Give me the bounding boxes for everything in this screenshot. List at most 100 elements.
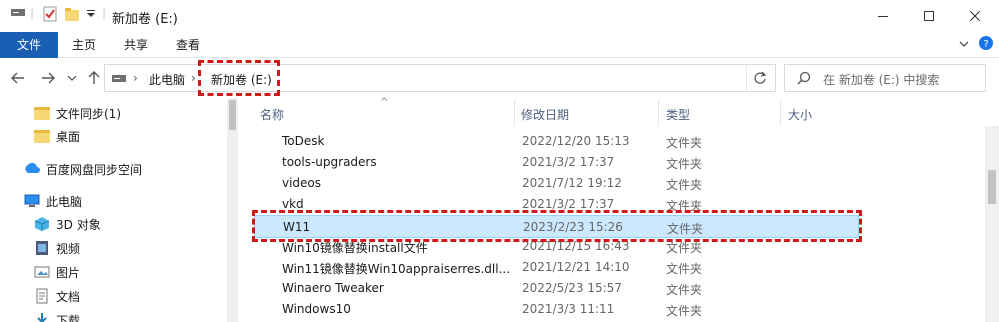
file-row[interactable]: tools-upgraders 2021/3/2 17:37 文件夹 xyxy=(254,152,859,173)
drive-icon xyxy=(111,72,127,87)
file-date: 2021/3/2 17:37 xyxy=(522,155,615,169)
column-header-name[interactable]: 名称 xyxy=(260,104,284,126)
nav-item-label: 此电脑 xyxy=(46,194,83,209)
breadcrumb-current-drive[interactable]: 新加卷 (E:) xyxy=(211,71,272,88)
tab-share[interactable]: 共享 xyxy=(112,32,160,58)
column-divider[interactable] xyxy=(780,100,781,126)
nav-item-file-sync[interactable]: 文件同步(1) xyxy=(34,102,121,124)
file-date: 2021/3/3 11:11 xyxy=(522,302,615,316)
file-type: 文件夹 xyxy=(666,262,703,276)
properties-icon[interactable] xyxy=(42,6,58,22)
file-row[interactable]: Win10镜像替换install文件 2021/12/15 16:43 文件夹 xyxy=(254,236,859,257)
file-row[interactable]: Windows10 2021/3/3 11:11 文件夹 xyxy=(254,299,859,320)
nav-scrollbar-thumb[interactable] xyxy=(229,100,236,130)
nav-scrollbar[interactable] xyxy=(227,98,238,322)
folder-icon xyxy=(264,239,280,253)
column-divider[interactable] xyxy=(514,100,515,126)
file-row-selected[interactable]: W11 2023/2/23 15:26 文件夹 xyxy=(254,215,859,238)
file-type: 文件夹 xyxy=(666,241,703,255)
folder-icon xyxy=(264,197,280,211)
maximize-button[interactable] xyxy=(906,0,952,32)
nav-item-videos[interactable]: 视频 xyxy=(34,237,80,259)
nav-item-documents[interactable]: 文档 xyxy=(34,285,80,307)
close-button[interactable] xyxy=(952,0,998,32)
nav-item-3d-objects[interactable]: 3D 对象 xyxy=(34,213,101,235)
sort-ascending-icon: ^ xyxy=(380,97,389,108)
file-list-scrollbar-thumb[interactable] xyxy=(988,170,996,204)
nav-item-desktop[interactable]: 桌面 xyxy=(34,125,80,147)
file-row[interactable]: Winaero Tweaker 2022/5/23 15:57 文件夹 xyxy=(254,278,859,299)
customize-quick-access-icon[interactable] xyxy=(86,6,96,22)
folder-icon xyxy=(265,220,281,234)
file-date: 2022/5/23 15:57 xyxy=(522,281,622,295)
file-row[interactable]: Win11镜像替换Win10appraiserres.dll... 2021/1… xyxy=(254,257,859,278)
file-name: Win11镜像替换Win10appraiserres.dll... xyxy=(282,262,511,276)
column-header-date[interactable]: 修改日期 xyxy=(521,104,569,126)
file-type: 文件夹 xyxy=(666,136,703,150)
nav-item-baidu-netdisk[interactable]: 百度网盘同步空间 xyxy=(24,158,142,180)
file-date: 2021/3/2 17:37 xyxy=(522,197,615,211)
folder-icon xyxy=(264,134,280,148)
address-bar[interactable]: › 此电脑 › 新加卷 (E:) xyxy=(104,64,823,92)
back-button[interactable] xyxy=(8,68,28,88)
file-row[interactable]: vkd 2021/3/2 17:37 文件夹 xyxy=(254,194,859,215)
file-name: ToDesk xyxy=(282,134,325,148)
expand-ribbon-icon[interactable] xyxy=(958,36,970,55)
documents-icon xyxy=(34,288,50,304)
back-arrow-icon xyxy=(11,72,24,84)
close-icon xyxy=(970,11,980,21)
video-icon xyxy=(34,240,50,256)
file-type: 文件夹 xyxy=(666,157,703,171)
recent-locations-button[interactable] xyxy=(62,68,82,88)
tab-home[interactable]: 主页 xyxy=(60,32,108,58)
folder-icon xyxy=(264,155,280,169)
help-icon[interactable]: ? xyxy=(978,35,994,54)
minimize-button[interactable] xyxy=(860,0,906,32)
column-header-size[interactable]: 大小 xyxy=(788,104,812,126)
tab-view[interactable]: 查看 xyxy=(164,32,212,58)
file-date: 2023/2/23 15:26 xyxy=(523,220,623,234)
breadcrumb-separator-icon[interactable]: › xyxy=(191,71,196,85)
folder-icon xyxy=(264,302,280,316)
separator: | xyxy=(30,6,35,20)
nav-item-label: 文件同步(1) xyxy=(56,106,121,121)
file-list-scrollbar[interactable] xyxy=(985,126,999,322)
file-date: 2021/12/15 16:43 xyxy=(522,239,630,253)
address-row: › 此电脑 › 新加卷 (E:) 在 新加卷 (E:) 中搜索 xyxy=(0,58,999,98)
refresh-button[interactable] xyxy=(746,64,772,92)
tab-file[interactable]: 文件 xyxy=(0,32,58,58)
file-date: 2021/12/21 14:10 xyxy=(522,260,630,274)
nav-item-downloads[interactable]: 下载 xyxy=(34,309,80,322)
minimize-icon xyxy=(878,16,888,17)
ribbon: 文件 主页 共享 查看 ? xyxy=(0,32,999,58)
breadcrumb-this-pc[interactable]: 此电脑 xyxy=(149,71,185,88)
separator: | xyxy=(102,6,107,20)
nav-item-label: 文档 xyxy=(56,289,81,304)
new-folder-icon[interactable] xyxy=(64,6,80,22)
file-name: Winaero Tweaker xyxy=(282,281,384,295)
nav-item-label: 桌面 xyxy=(56,129,81,144)
file-name: Windows10 xyxy=(282,302,351,316)
breadcrumb-separator-icon[interactable]: › xyxy=(133,71,138,85)
file-type: 文件夹 xyxy=(666,304,703,318)
chevron-down-icon xyxy=(67,75,77,81)
folder-icon xyxy=(264,176,280,190)
search-input[interactable]: 在 新加卷 (E:) 中搜索 xyxy=(823,71,939,88)
nav-item-label: 3D 对象 xyxy=(56,217,101,232)
file-type: 文件夹 xyxy=(667,222,704,236)
file-name: Win10镜像替换install文件 xyxy=(282,241,428,255)
nav-item-pictures[interactable]: 图片 xyxy=(34,261,80,283)
file-row[interactable]: ToDesk 2022/12/20 15:13 文件夹 xyxy=(254,131,859,152)
window-title: 新加卷 (E:) xyxy=(112,12,178,27)
search-box[interactable]: 在 新加卷 (E:) 中搜索 xyxy=(784,64,986,92)
nav-item-label: 百度网盘同步空间 xyxy=(46,162,143,177)
up-button[interactable] xyxy=(84,68,104,88)
nav-item-this-pc[interactable]: 此电脑 xyxy=(24,190,82,212)
forward-button[interactable] xyxy=(38,68,58,88)
column-header-type[interactable]: 类型 xyxy=(666,104,690,126)
forward-arrow-icon xyxy=(42,72,55,84)
drive-icon xyxy=(10,6,26,18)
file-name: videos xyxy=(282,176,322,190)
column-divider[interactable] xyxy=(658,100,659,126)
file-row[interactable]: videos 2021/7/12 19:12 文件夹 xyxy=(254,173,859,194)
